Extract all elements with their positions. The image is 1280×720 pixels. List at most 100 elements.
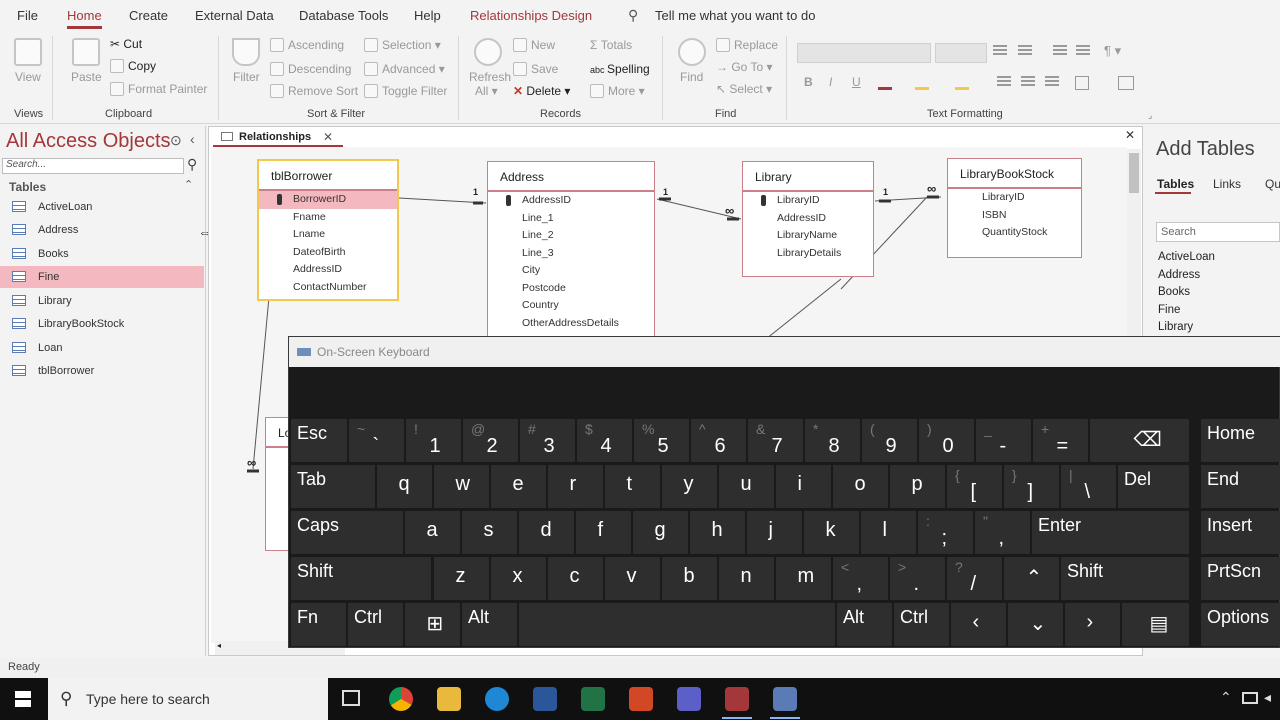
key-11[interactable]: ) 0 bbox=[919, 419, 974, 462]
key-u[interactable]: u bbox=[719, 465, 774, 508]
key-arrow-up[interactable]: ⌃ bbox=[1004, 557, 1059, 600]
key-3[interactable]: @2 bbox=[463, 419, 518, 462]
tab-database-tools[interactable]: Database Tools bbox=[299, 8, 388, 23]
chrome-icon[interactable] bbox=[389, 687, 413, 711]
table-box-librarybookstock[interactable]: LibraryBookStock LibraryID ISBN Quantity… bbox=[947, 158, 1082, 258]
tab-file[interactable]: File bbox=[17, 8, 38, 23]
copy-button[interactable]: Copy bbox=[110, 59, 156, 73]
key-arrow-down[interactable]: ⌄ bbox=[1008, 603, 1063, 646]
key-7[interactable]: ^ 6 bbox=[691, 419, 746, 462]
scrollbar-thumb[interactable] bbox=[1129, 153, 1139, 193]
fill-color-icon[interactable] bbox=[955, 76, 969, 90]
nav-section-tables[interactable]: Tables bbox=[9, 180, 46, 194]
more-button[interactable]: More ▾ bbox=[590, 84, 645, 98]
key-10[interactable]: (9 bbox=[862, 419, 917, 462]
key-bracket-0[interactable]: {[ bbox=[947, 465, 1002, 508]
nav-item-books[interactable]: Books bbox=[0, 243, 204, 265]
advanced-button[interactable]: Advanced ▾ bbox=[364, 62, 445, 76]
key-r[interactable]: r bbox=[548, 465, 603, 508]
cut-button[interactable]: ✂ Cut bbox=[110, 37, 142, 51]
key-n[interactable]: n bbox=[719, 557, 774, 600]
key-slash[interactable]: ? / bbox=[947, 557, 1002, 600]
field-postcode[interactable]: Postcode bbox=[488, 280, 654, 298]
close-icon[interactable]: ✕ bbox=[323, 127, 333, 147]
field-line-1[interactable]: Line_1 bbox=[488, 210, 654, 228]
gridlines-icon[interactable] bbox=[1075, 76, 1089, 90]
nav-item-activeloan[interactable]: ActiveLoan bbox=[0, 196, 204, 218]
key-period[interactable]: >. bbox=[890, 557, 945, 600]
volume-icon[interactable]: ◂ bbox=[1264, 689, 1271, 706]
windows-start-icon[interactable] bbox=[15, 691, 31, 707]
highlight-icon[interactable] bbox=[915, 76, 929, 90]
close-document-icon[interactable]: ✕ bbox=[1125, 128, 1135, 142]
key-ctrl-right[interactable]: Ctrl bbox=[894, 603, 949, 646]
field-dateofbirth[interactable]: DateofBirth bbox=[259, 244, 397, 262]
key-v[interactable]: v bbox=[605, 557, 660, 600]
tab-help[interactable]: Help bbox=[414, 8, 441, 23]
key-q[interactable]: q bbox=[377, 465, 432, 508]
key-d[interactable]: d bbox=[519, 511, 574, 554]
key-13[interactable]: + = bbox=[1033, 419, 1088, 462]
key-y[interactable]: y bbox=[662, 465, 717, 508]
access-icon[interactable] bbox=[725, 687, 749, 711]
delete-record-button[interactable]: ✕ Delete ▾ bbox=[513, 84, 570, 98]
key-backspace[interactable]: ⌫ bbox=[1090, 419, 1189, 462]
key-p[interactable]: p bbox=[890, 465, 945, 508]
scroll-left-icon[interactable]: ◂ bbox=[217, 641, 221, 650]
key-5[interactable]: $4 bbox=[577, 419, 632, 462]
spelling-button[interactable]: abc Spelling bbox=[590, 62, 650, 76]
key-1[interactable]: ~ ` bbox=[349, 419, 404, 462]
align-right-icon[interactable] bbox=[1045, 76, 1059, 88]
nav-item-fine[interactable]: Fine bbox=[0, 266, 204, 288]
format-painter-button[interactable]: Format Painter bbox=[110, 82, 207, 96]
paste-button[interactable]: Paste bbox=[71, 70, 102, 84]
key-12[interactable]: _ - bbox=[976, 419, 1031, 462]
key-arrow-left[interactable]: ‹ bbox=[951, 603, 1006, 646]
field-lname[interactable]: Lname bbox=[259, 226, 397, 244]
key-f[interactable]: f bbox=[576, 511, 631, 554]
toggle-filter-button[interactable]: Toggle Filter bbox=[364, 84, 447, 98]
find-button[interactable]: Find bbox=[680, 70, 703, 84]
file-explorer-icon[interactable] bbox=[437, 687, 461, 711]
key-windows[interactable]: ⊞ bbox=[405, 603, 460, 646]
key-space[interactable] bbox=[519, 603, 835, 646]
key-home[interactable]: Home bbox=[1201, 419, 1280, 462]
field-addressid[interactable]: AddressID bbox=[488, 192, 654, 210]
chevron-up-icon[interactable]: ⌃ bbox=[184, 178, 193, 191]
word-icon[interactable] bbox=[533, 687, 557, 711]
font-size-combo[interactable] bbox=[935, 43, 987, 63]
tab-create[interactable]: Create bbox=[129, 8, 168, 23]
tab-links[interactable]: Links bbox=[1213, 177, 1241, 191]
add-table-item[interactable]: ActiveLoan bbox=[1158, 249, 1215, 267]
network-icon[interactable] bbox=[1242, 692, 1258, 704]
remove-sort-button[interactable]: Remove Sort bbox=[270, 84, 358, 98]
key-ctrl-left[interactable]: Ctrl bbox=[348, 603, 403, 646]
edge-icon[interactable] bbox=[485, 687, 509, 711]
collapse-pane-icon[interactable]: ‹ bbox=[190, 131, 195, 147]
key-9[interactable]: * 8 bbox=[805, 419, 860, 462]
key-end[interactable]: End bbox=[1201, 465, 1280, 508]
tab-external-data[interactable]: External Data bbox=[195, 8, 274, 23]
key-alt-left[interactable]: Alt bbox=[462, 603, 517, 646]
taskbar-search[interactable]: ⚲ Type here to search bbox=[48, 678, 328, 720]
goto-button[interactable]: → Go To ▾ bbox=[716, 60, 773, 74]
ascending-button[interactable]: Ascending bbox=[270, 38, 344, 52]
key-comma[interactable]: <, bbox=[833, 557, 888, 600]
field-addressid[interactable]: AddressID bbox=[743, 210, 873, 228]
nav-item-loan[interactable]: Loan bbox=[0, 337, 204, 359]
numbering-icon[interactable] bbox=[1018, 45, 1032, 57]
key-enter[interactable]: Enter bbox=[1032, 511, 1189, 554]
key-k[interactable]: k bbox=[804, 511, 859, 554]
select-button[interactable]: ↖ Select ▾ bbox=[716, 82, 772, 96]
tab-tables[interactable]: Tables bbox=[1157, 177, 1194, 191]
replace-button[interactable]: Replace bbox=[716, 38, 778, 52]
field-libraryname[interactable]: LibraryName bbox=[743, 227, 873, 245]
nav-item-address[interactable]: Address bbox=[0, 219, 204, 241]
italic-button[interactable]: I bbox=[829, 75, 832, 89]
key-2[interactable]: ! 1 bbox=[406, 419, 461, 462]
excel-icon[interactable] bbox=[581, 687, 605, 711]
key-t[interactable]: t bbox=[605, 465, 660, 508]
align-left-icon[interactable] bbox=[997, 76, 1011, 88]
key-del[interactable]: Del bbox=[1118, 465, 1189, 508]
key-z[interactable]: z bbox=[434, 557, 489, 600]
